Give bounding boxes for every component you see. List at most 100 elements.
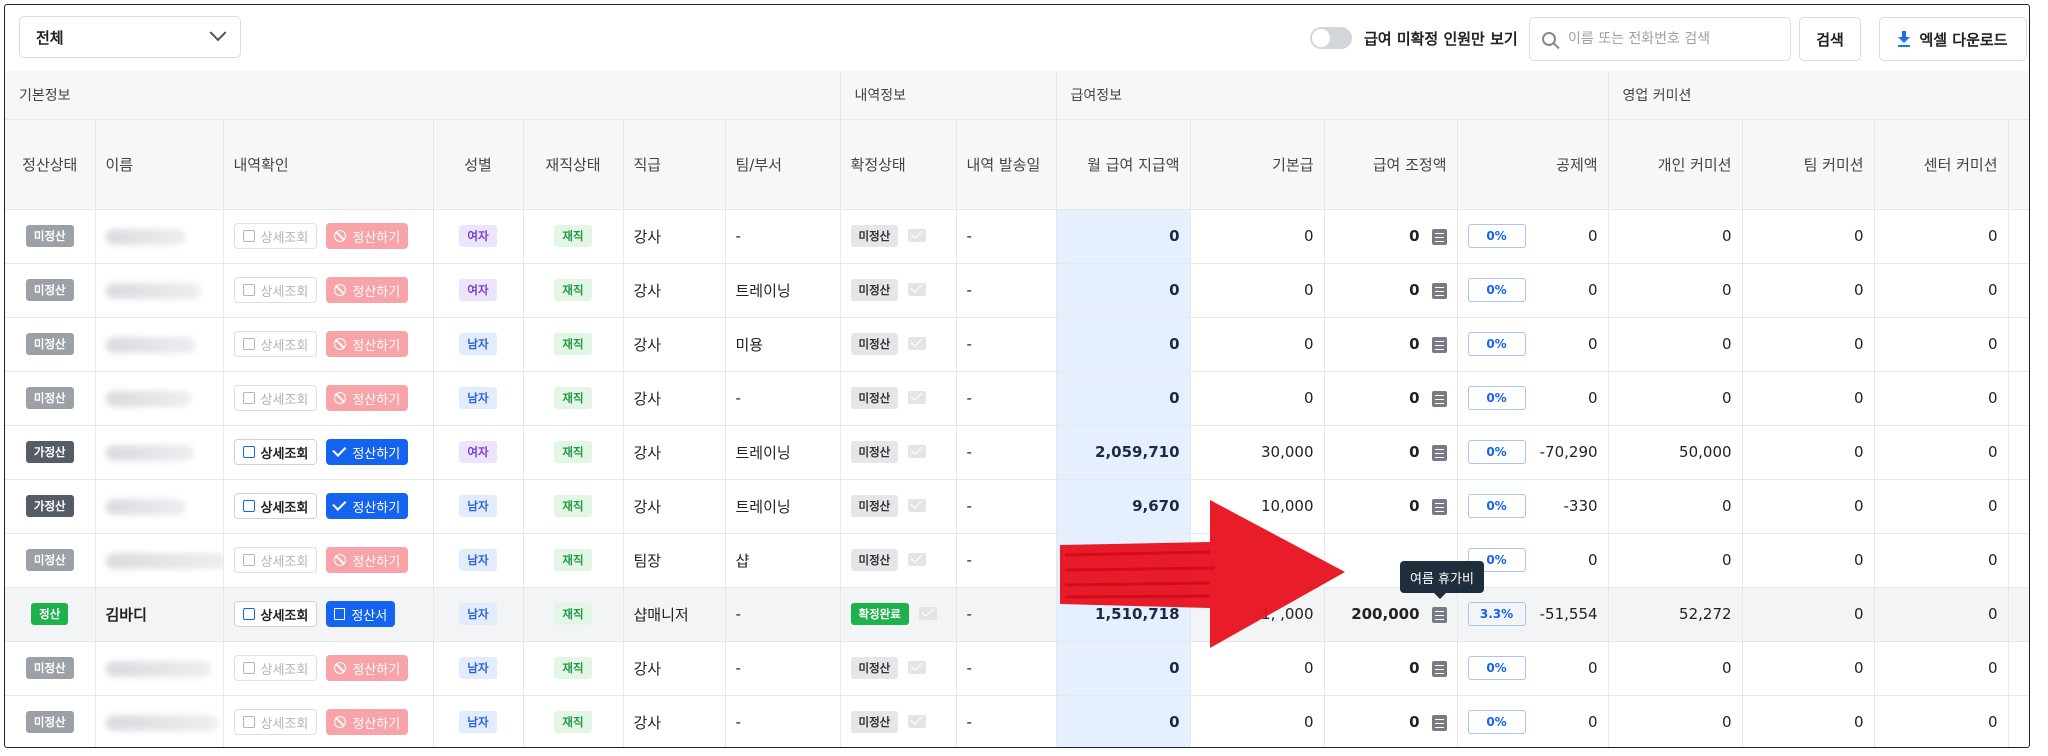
confirm-status-badge: 미정산 (850, 549, 899, 571)
deduction-rate-input[interactable]: 0% (1467, 710, 1526, 734)
name-cell (95, 479, 224, 534)
mail-icon[interactable] (908, 715, 927, 728)
mail-icon[interactable] (908, 499, 927, 512)
confirm-cell: 미정산 (840, 371, 957, 426)
note-icon[interactable] (1431, 498, 1447, 515)
table-row[interactable]: 정산 김바디 상세조회 정산서 남자 재직 샵매니저 - 확정완료 - 1,510… (5, 587, 2029, 642)
table-row[interactable]: 미정산 상세조회 정산하기 여자 재직 강사 - 미정산 - 0 0 0 0% 0 … (5, 209, 2029, 264)
gender-cell: 남자 (433, 695, 524, 747)
detail-view-button[interactable]: 상세조회 (233, 439, 318, 465)
gender-cell: 남자 (433, 533, 524, 588)
team-cell: 미용 (725, 317, 841, 372)
settle-button[interactable]: 정산하기 (326, 385, 409, 411)
filter-select[interactable]: 전체 (19, 16, 241, 58)
detail-view-button[interactable]: 상세조회 (233, 277, 318, 303)
calendar-icon (242, 662, 255, 674)
table-row[interactable]: 미정산 상세조회 정산하기 남자 재직 강사 - 미정산 - 0 0 0 0% 0 … (5, 641, 2029, 696)
detail-view-button[interactable]: 상세조회 (233, 385, 318, 411)
note-icon[interactable] (1431, 228, 1447, 245)
detail-view-button[interactable]: 상세조회 (233, 655, 318, 681)
settle-button[interactable]: 정산하기 (326, 547, 409, 573)
settle-button[interactable]: 정산하기 (326, 331, 409, 357)
excel-download-button[interactable]: 엑셀 다운로드 (1879, 17, 2027, 61)
confirm-cell: 미정산 (840, 479, 957, 534)
employment-badge: 재직 (554, 495, 592, 517)
settle-label: 정산하기 (352, 392, 401, 408)
sent-date-cell: - (956, 425, 1057, 480)
settle-label: 정산하기 (352, 716, 401, 732)
deduction-rate-input[interactable]: 0% (1467, 440, 1526, 464)
deduction-rate-input[interactable]: 0% (1467, 494, 1526, 518)
settle-button[interactable]: 정산하기 (326, 277, 409, 303)
name-cell (95, 317, 224, 372)
personal-commission-cell: 0 (1608, 479, 1743, 534)
table-row[interactable]: 가정산 상세조회 정산하기 여자 재직 강사 트레이닝 미정산 - 2,059,7… (5, 425, 2029, 480)
settle-button[interactable]: 정산하기 (326, 439, 409, 465)
team-commission-cell: 0 (1742, 425, 1875, 480)
note-icon[interactable] (1431, 714, 1447, 731)
statement-button[interactable]: 정산서 (326, 601, 396, 627)
detail-view-button[interactable]: 상세조회 (233, 709, 318, 735)
settle-button[interactable]: 정산하기 (326, 223, 409, 249)
deduction-rate-input[interactable]: 3.3% (1467, 602, 1526, 626)
team-commission-cell: 0 (1742, 479, 1875, 534)
mail-icon[interactable] (918, 607, 937, 620)
deduction-rate-input[interactable]: 0% (1467, 278, 1526, 302)
adjustment-value: 0 (1409, 659, 1420, 677)
adjustment-cell: 0 (1324, 425, 1458, 480)
note-icon[interactable] (1431, 660, 1447, 677)
table-row[interactable]: 미정산 상세조회 정산하기 여자 재직 강사 트레이닝 미정산 - 0 0 0 0… (5, 263, 2029, 318)
ban-icon (334, 662, 347, 674)
mail-icon[interactable] (908, 283, 927, 296)
settle-button[interactable]: 정산하기 (326, 493, 409, 519)
name-cell (95, 425, 224, 480)
settle-button[interactable]: 정산하기 (326, 709, 409, 735)
deduction-cell: 0% 0 (1457, 263, 1609, 318)
unconfirmed-toggle-label: 급여 미확정 인원만 보기 (1364, 29, 1518, 48)
mail-icon[interactable] (908, 391, 927, 404)
gender-cell: 여자 (433, 209, 524, 264)
confirm-status-badge: 확정완료 (850, 603, 909, 625)
mail-icon[interactable] (908, 445, 927, 458)
calendar-icon (242, 554, 255, 566)
unconfirmed-toggle[interactable] (1310, 27, 1352, 49)
detail-view-button[interactable]: 상세조회 (233, 601, 318, 627)
note-icon[interactable] (1431, 336, 1447, 353)
mail-icon[interactable] (908, 337, 927, 350)
detail-view-button[interactable]: 상세조회 (233, 223, 318, 249)
spacer-cell (2008, 425, 2029, 480)
deduction-rate-input[interactable]: 0% (1467, 656, 1526, 680)
detail-view-button[interactable]: 상세조회 (233, 331, 318, 357)
check-icon (332, 442, 347, 457)
table-row[interactable]: 미정산 상세조회 정산하기 남자 재직 팀장 샵 미정산 - 0% 0 0 0 0 (5, 533, 2029, 588)
note-icon[interactable] (1431, 390, 1447, 407)
note-icon[interactable] (1431, 606, 1447, 623)
confirm-status-badge: 미정산 (850, 657, 899, 679)
settle-status-cell: 가정산 (5, 425, 96, 480)
sent-date-cell: - (956, 371, 1057, 426)
settle-button[interactable]: 정산하기 (326, 655, 409, 681)
deduction-rate-input[interactable]: 0% (1467, 332, 1526, 356)
table-row[interactable]: 미정산 상세조회 정산하기 남자 재직 강사 - 미정산 - 0 0 0 0% 0 … (5, 371, 2029, 426)
note-icon[interactable] (1431, 282, 1447, 299)
table-row[interactable]: 가정산 상세조회 정산하기 남자 재직 강사 트레이닝 미정산 - 9,670 1… (5, 479, 2029, 534)
mail-icon[interactable] (908, 553, 927, 566)
rank-cell: 강사 (623, 479, 726, 534)
center-commission-cell: 0 (1874, 209, 2009, 264)
deduction-rate-input[interactable]: 0% (1467, 386, 1526, 410)
search-button[interactable]: 검색 (1799, 17, 1861, 61)
settle-label: 정산하기 (352, 662, 401, 678)
team-cell: 트레이닝 (725, 263, 841, 318)
search-input[interactable] (1566, 30, 1770, 48)
detail-view-button[interactable]: 상세조회 (233, 547, 318, 573)
note-icon[interactable] (1431, 444, 1447, 461)
detail-view-button[interactable]: 상세조회 (233, 493, 318, 519)
mail-icon[interactable] (908, 229, 927, 242)
spacer-cell (2008, 263, 2029, 318)
deduction-cell: 0% 0 (1457, 209, 1609, 264)
deduction-rate-input[interactable]: 0% (1467, 224, 1526, 248)
table-row[interactable]: 미정산 상세조회 정산하기 남자 재직 강사 - 미정산 - 0 0 0 0% 0 … (5, 695, 2029, 747)
mail-icon[interactable] (908, 661, 927, 674)
name-cell (95, 641, 224, 696)
table-row[interactable]: 미정산 상세조회 정산하기 남자 재직 강사 미용 미정산 - 0 0 0 0% 0… (5, 317, 2029, 372)
